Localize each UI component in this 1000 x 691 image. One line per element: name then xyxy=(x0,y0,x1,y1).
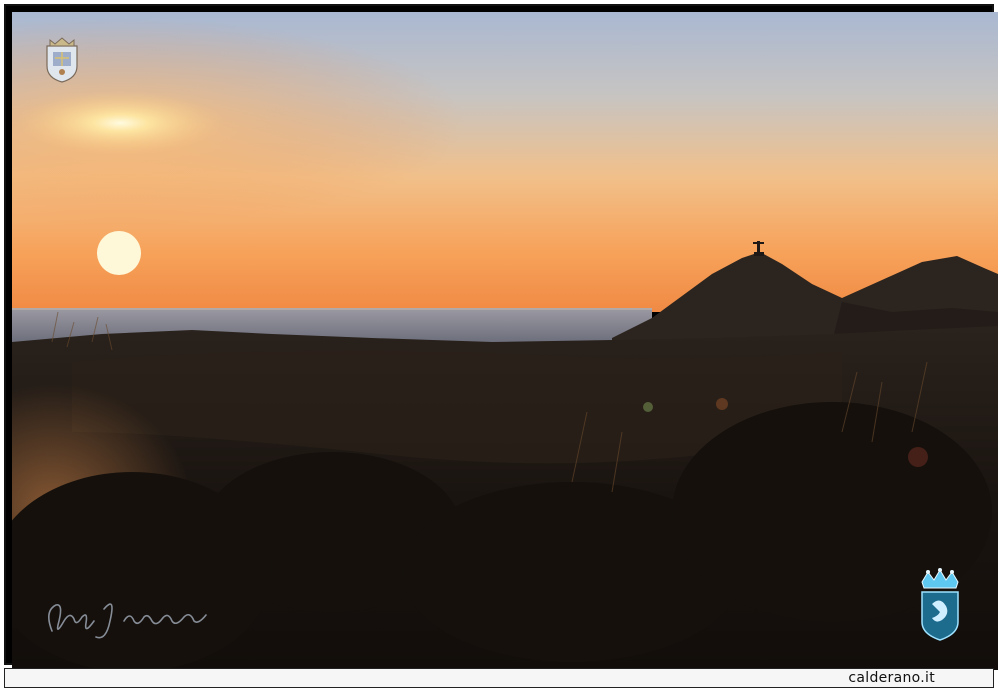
sunset-scene xyxy=(12,12,998,670)
footer-bar: calderano.it xyxy=(4,668,994,688)
handwritten-signature xyxy=(48,603,207,639)
sun xyxy=(97,231,141,275)
lens-flare-dot xyxy=(716,398,728,410)
lens-flare-dot xyxy=(643,402,653,412)
lens-flare-dot xyxy=(908,447,928,467)
sunset-photo xyxy=(12,12,998,670)
sun-glow xyxy=(12,12,998,312)
coat-of-arms-icon xyxy=(46,37,78,83)
photo-frame xyxy=(4,4,998,670)
site-watermark: calderano.it xyxy=(848,670,935,686)
crowned-shield-icon xyxy=(921,568,959,641)
